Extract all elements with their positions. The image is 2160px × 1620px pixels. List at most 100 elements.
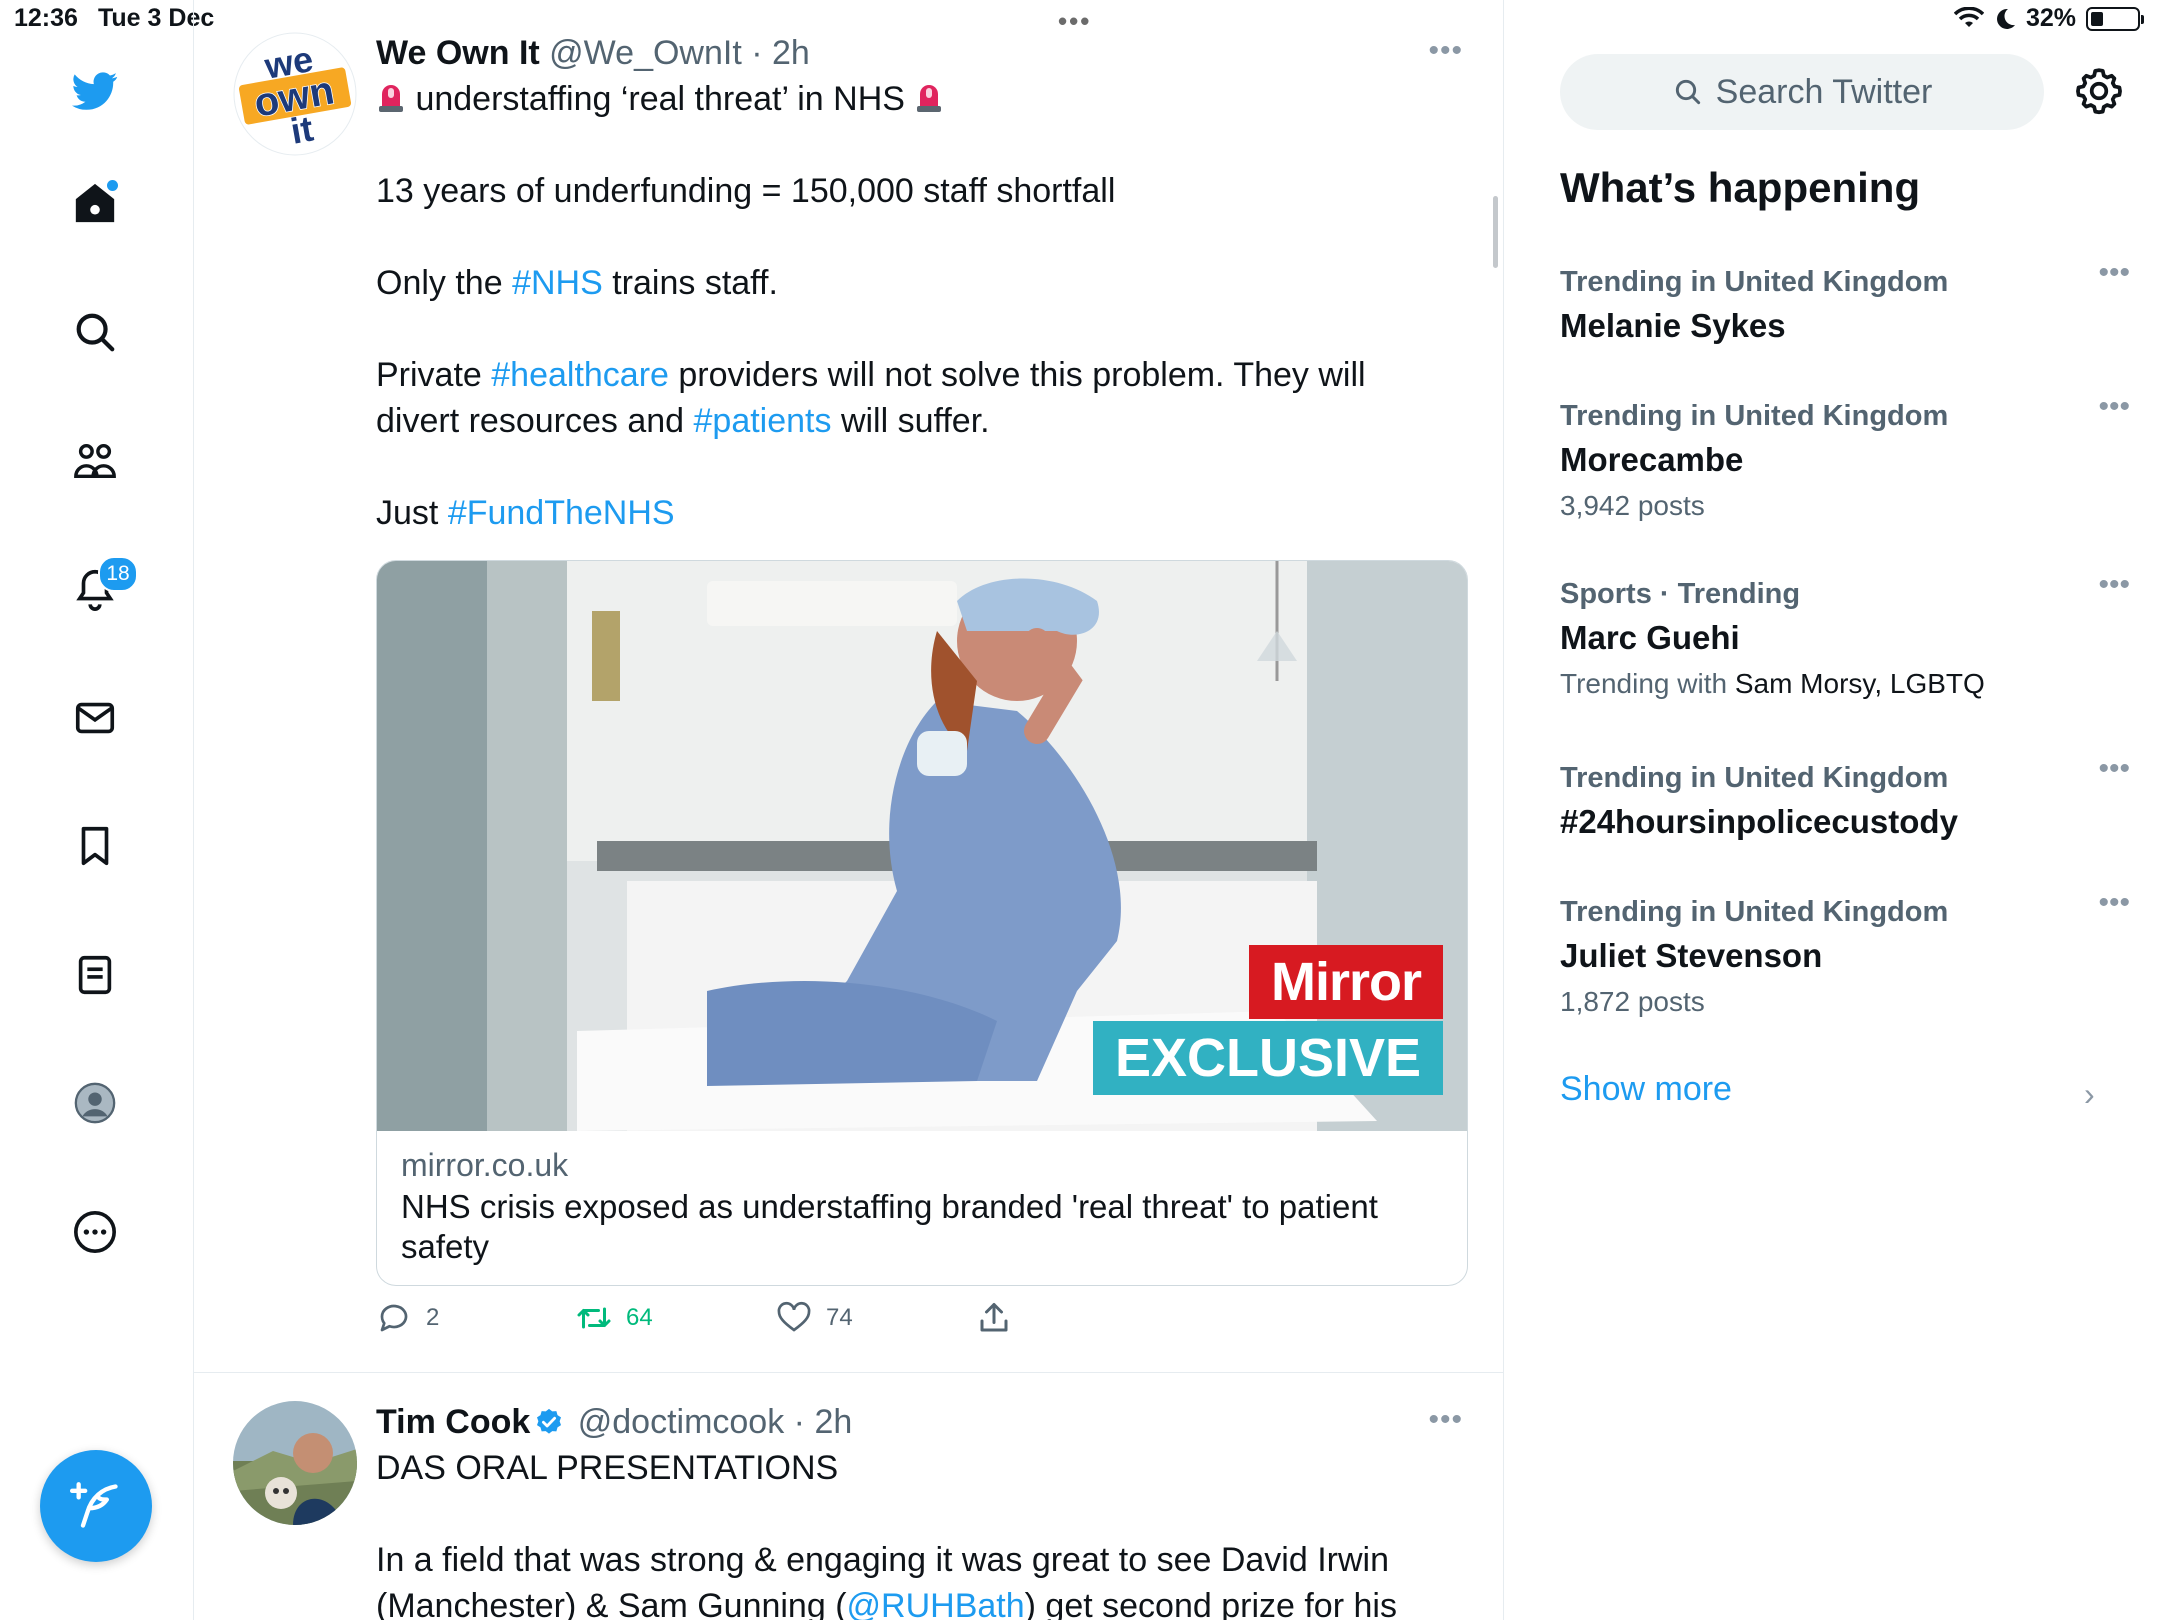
trend-post-count: 1,872 posts	[1560, 986, 1705, 1017]
lists-icon[interactable]	[66, 946, 124, 1004]
trend-with-names: Sam Morsy, LGBTQ	[1734, 668, 1985, 699]
text-segment: will suffer.	[831, 402, 990, 440]
communities-icon[interactable]	[66, 432, 124, 490]
chevron-right-icon: ›	[2084, 1076, 2095, 1112]
tweet-line-1: understaffing ‘real threat’ in NHS	[415, 80, 905, 118]
gear-icon[interactable]	[2074, 66, 2124, 116]
trend-more-button[interactable]: •••	[2098, 752, 2130, 786]
tweet-header: We Own It @We_OwnIt · 2h	[376, 34, 810, 72]
tweet-time[interactable]: 2h	[772, 34, 810, 72]
search-icon[interactable]	[66, 303, 124, 361]
card-image[interactable]: Mirror EXCLUSIVE	[377, 561, 1467, 1131]
trend-item[interactable]: Trending in United Kingdom #24hoursinpol…	[1560, 752, 2130, 846]
hashtag-link[interactable]: #patients	[694, 402, 832, 440]
text-segment: (Manchester) & Sam Gunning (	[376, 1587, 847, 1620]
exclusive-badge: EXCLUSIVE	[1093, 1021, 1443, 1095]
search-placeholder: Search Twitter	[1715, 72, 1933, 111]
tweet-text: DAS ORAL PRESENTATIONS In a field that w…	[376, 1445, 1463, 1620]
tweet[interactable]: we own it ••• We Own It @We_OwnIt · 2h u…	[193, 0, 1503, 1373]
retweet-button[interactable]: 64	[576, 1300, 653, 1336]
notifications-icon[interactable]: 18	[66, 556, 138, 618]
compose-button[interactable]	[40, 1450, 152, 1562]
exclusive-badge-text: EXCLUSIVE	[1114, 1028, 1422, 1088]
mirror-badge-text: Mirror	[1270, 952, 1422, 1012]
link-card[interactable]: Mirror EXCLUSIVE mirror.co.uk NHS crisis…	[376, 560, 1468, 1286]
search-icon	[1675, 79, 1700, 105]
hashtag-link[interactable]: #FundTheNHS	[448, 494, 675, 532]
tweet-line-2: In a field that was strong & engaging it…	[376, 1541, 1389, 1579]
avatar[interactable]	[233, 1401, 357, 1525]
trend-more-button[interactable]: •••	[2098, 256, 2130, 290]
trend-item[interactable]: Sports · Trending Marc Guehi Trending wi…	[1560, 568, 2130, 706]
messages-icon[interactable]	[66, 689, 124, 747]
reply-count: 2	[426, 1304, 440, 1331]
trend-item[interactable]: Trending in United Kingdom Juliet Steven…	[1560, 886, 2130, 1024]
like-button[interactable]: 74	[776, 1300, 853, 1336]
right-sidebar: Search Twitter What’s happening Trending…	[1504, 0, 2160, 1620]
share-icon	[980, 1303, 1008, 1332]
siren-icon	[379, 85, 403, 112]
trend-more-button[interactable]: •••	[2098, 886, 2130, 920]
heart-icon	[777, 1301, 811, 1332]
bookmarks-icon[interactable]	[66, 817, 124, 875]
profile-icon[interactable]	[66, 1074, 124, 1132]
trend-name: Juliet Stevenson	[1560, 937, 1823, 974]
avatar[interactable]: we own it	[233, 32, 357, 156]
trend-name: Melanie Sykes	[1560, 307, 1786, 344]
share-button[interactable]	[976, 1300, 1012, 1336]
trend-name: #24hoursinpolicecustody	[1560, 803, 1958, 840]
card-domain: mirror.co.uk	[401, 1147, 569, 1183]
trend-name: Morecambe	[1560, 441, 1744, 478]
tweet-time[interactable]: 2h	[814, 1403, 852, 1441]
more-icon[interactable]	[66, 1203, 124, 1261]
mention-link[interactable]: @RUHBath	[847, 1587, 1025, 1620]
tweet[interactable]: ••• Tim Cook @doctimcook · 2h DAS ORAL P…	[193, 1373, 1503, 1620]
text-segment: Just	[376, 494, 448, 532]
verified-badge-icon	[537, 1408, 562, 1434]
card-meta: mirror.co.uk NHS crisis exposed as under…	[401, 1143, 1443, 1267]
compose-icon	[70, 1482, 118, 1528]
tweet-line-2: 13 years of underfunding = 150,000 staff…	[376, 172, 1116, 210]
trend-context: Sports · Trending	[1560, 578, 1801, 610]
author-handle[interactable]: @We_OwnIt	[549, 34, 742, 72]
hashtag-link[interactable]: #healthcare	[491, 356, 669, 394]
trend-post-count: 3,942 posts	[1560, 490, 1705, 521]
trend-related: Trending with Sam Morsy, LGBTQ	[1560, 662, 2120, 706]
text-segment: trains staff.	[602, 264, 778, 302]
card-title: NHS crisis exposed as understaffing bran…	[401, 1188, 1378, 1265]
author-handle[interactable]: @doctimcook	[578, 1403, 784, 1441]
author-name[interactable]: Tim Cook	[376, 1403, 530, 1441]
whats-happening-title: What’s happening	[1560, 164, 1921, 211]
trend-context: Trending in United Kingdom	[1560, 896, 1949, 928]
reply-button[interactable]: 2	[376, 1300, 439, 1336]
notifications-badge: 18	[98, 556, 138, 592]
timeline[interactable]: we own it ••• We Own It @We_OwnIt · 2h u…	[193, 0, 1504, 1620]
text-segment: ) get second prize for his	[1024, 1587, 1397, 1620]
twitter-logo-icon[interactable]	[66, 62, 124, 120]
search-input[interactable]: Search Twitter	[1560, 54, 2044, 130]
trend-context: Trending in United Kingdom	[1560, 266, 1949, 298]
trend-item[interactable]: Trending in United Kingdom Morecambe 3,9…	[1560, 390, 2130, 528]
trend-with-label: Trending with	[1560, 668, 1728, 699]
left-navigation: 18	[0, 0, 194, 1620]
trend-more-button[interactable]: •••	[2098, 568, 2130, 602]
like-count: 74	[826, 1304, 853, 1331]
tweet-actions: 2 64 74	[376, 1300, 1466, 1350]
home-unread-dot	[107, 180, 118, 191]
show-more-link[interactable]: Show more	[1560, 1070, 1732, 1109]
author-name[interactable]: We Own It	[376, 34, 540, 72]
retweet-icon	[577, 1307, 611, 1329]
mirror-badge: Mirror	[1249, 945, 1443, 1019]
retweet-count: 64	[626, 1304, 653, 1331]
home-icon[interactable]	[66, 174, 124, 232]
hashtag-link[interactable]: #NHS	[512, 264, 603, 302]
tweet-text: understaffing ‘real threat’ in NHS 13 ye…	[376, 76, 1463, 536]
trend-item[interactable]: Trending in United Kingdom Melanie Sykes…	[1560, 256, 2130, 350]
reply-icon	[380, 1304, 408, 1332]
trend-context: Trending in United Kingdom	[1560, 400, 1949, 432]
tweet-line-1: DAS ORAL PRESENTATIONS	[376, 1449, 839, 1487]
siren-icon	[917, 85, 942, 112]
trend-context: Trending in United Kingdom	[1560, 762, 1949, 794]
text-segment: divert resources and	[376, 402, 694, 440]
trend-more-button[interactable]: •••	[2098, 390, 2130, 424]
